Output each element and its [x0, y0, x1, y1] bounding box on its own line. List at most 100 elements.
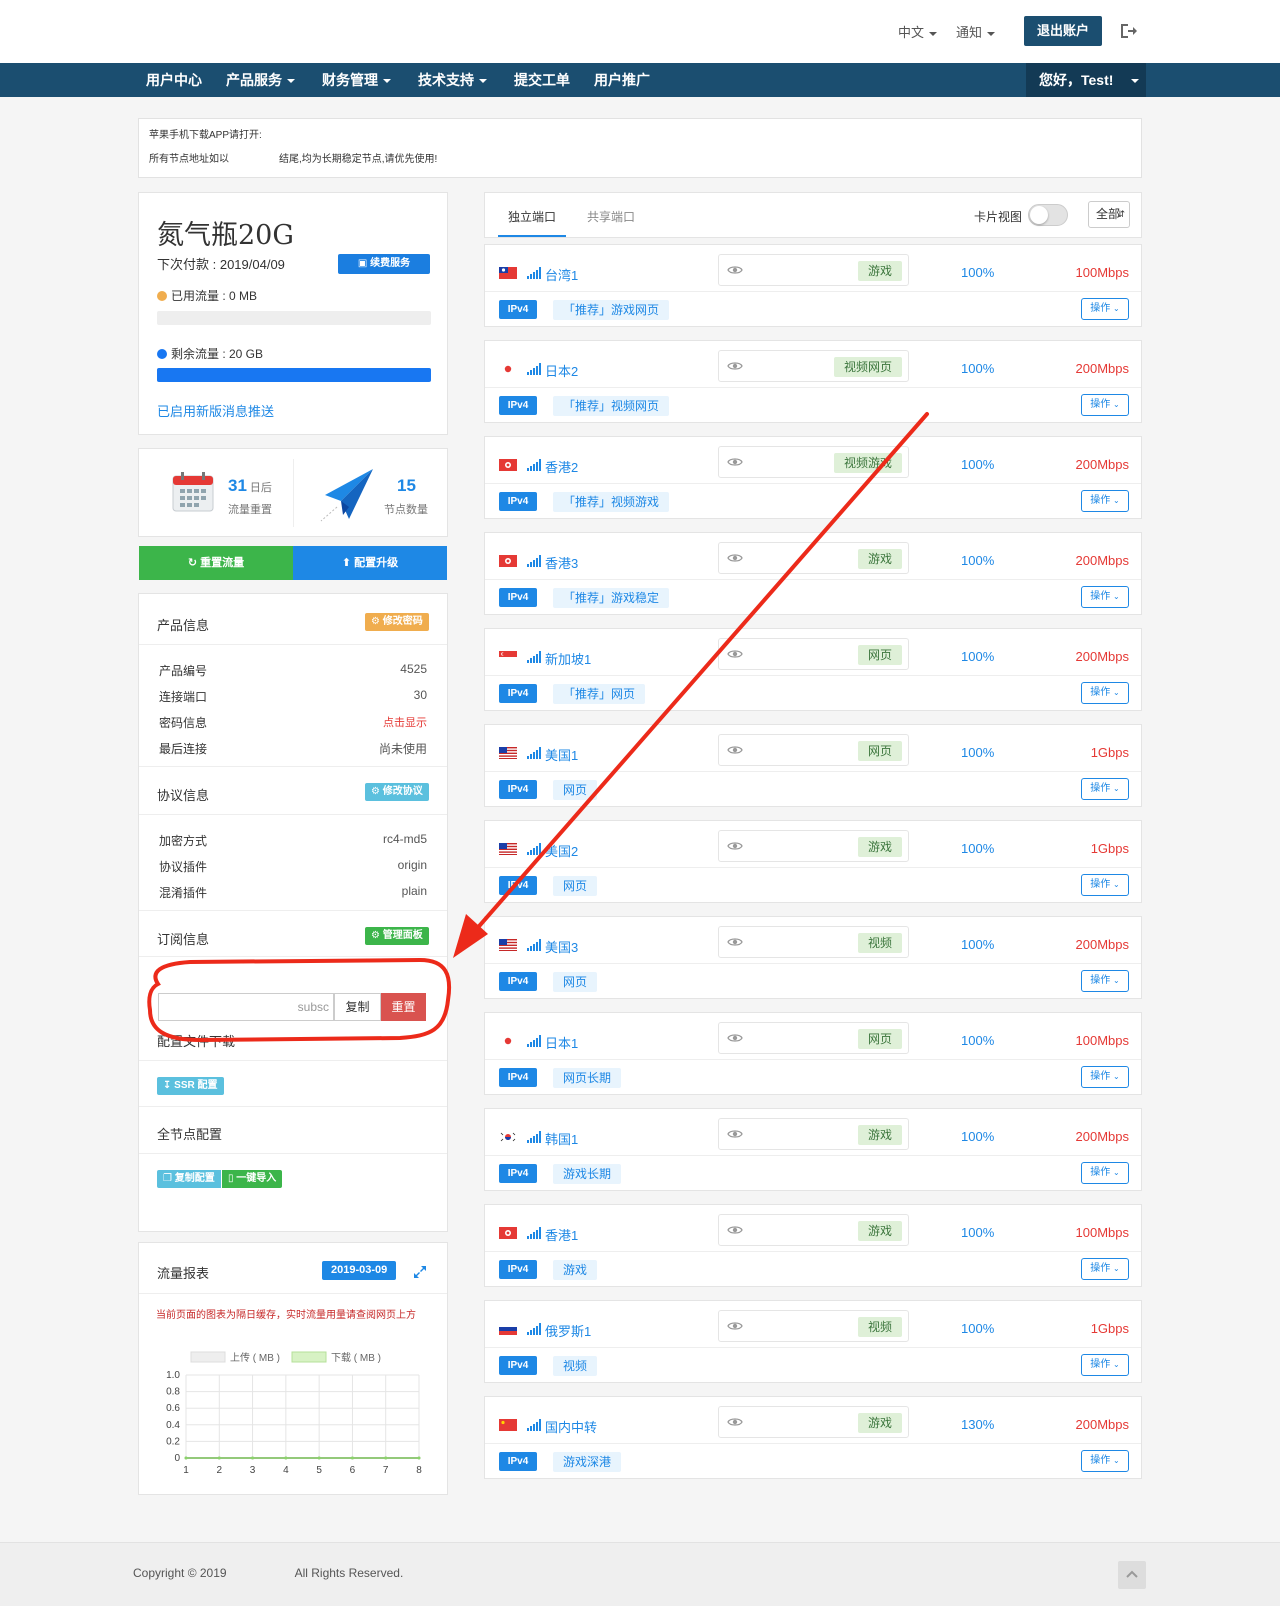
node-card[interactable]: 日本2 视频网页 100% 200Mbps IPv4 「推荐」视频网页 操作 ⌄ — [484, 340, 1142, 423]
sign-out-icon[interactable] — [1119, 22, 1137, 40]
node-address-box[interactable]: 游戏 — [718, 1214, 909, 1246]
node-rate: 100% — [961, 841, 995, 856]
node-address-box[interactable]: 游戏 — [718, 1118, 909, 1150]
nav-support[interactable]: 技术支持 — [418, 63, 487, 97]
nav-products[interactable]: 产品服务 — [226, 63, 295, 97]
eye-icon[interactable] — [727, 936, 743, 948]
eye-icon[interactable] — [727, 1224, 743, 1236]
user-menu[interactable]: 您好，Test! — [1026, 63, 1146, 97]
copy-config-button[interactable]: ❐ 复制配置 — [157, 1170, 221, 1188]
eye-icon[interactable] — [727, 360, 743, 372]
node-action-dropdown[interactable]: 操作 ⌄ — [1081, 874, 1129, 896]
node-action-dropdown[interactable]: 操作 ⌄ — [1081, 1450, 1129, 1472]
eye-icon[interactable] — [727, 1320, 743, 1332]
node-action-dropdown[interactable]: 操作 ⌄ — [1081, 778, 1129, 800]
node-name[interactable]: 台湾1 — [545, 265, 578, 284]
one-click-import-button[interactable]: ▯ 一键导入 — [222, 1170, 283, 1188]
change-protocol-button[interactable]: ⚙ 修改协议 — [365, 783, 429, 801]
subscription-url-input[interactable]: subsc — [158, 993, 334, 1021]
show-password-link[interactable]: 点击显示 — [383, 714, 427, 730]
node-address-box[interactable]: 视频游戏 — [718, 446, 909, 478]
node-action-dropdown[interactable]: 操作 ⌄ — [1081, 586, 1129, 608]
change-password-button[interactable]: ⚙ 修改密码 — [365, 613, 429, 631]
node-name[interactable]: 美国2 — [545, 841, 578, 860]
node-card[interactable]: 香港3 游戏 100% 200Mbps IPv4 「推荐」游戏稳定 操作 ⌄ — [484, 532, 1142, 615]
node-name[interactable]: 美国3 — [545, 937, 578, 956]
node-address-box[interactable]: 网页 — [718, 1022, 909, 1054]
tab-dedicated-port[interactable]: 独立端口 — [508, 208, 556, 225]
copy-subscription-button[interactable]: 复制 — [334, 993, 381, 1021]
node-card[interactable]: 台湾1 游戏 100% 100Mbps IPv4 「推荐」游戏网页 操作 ⌄ — [484, 244, 1142, 327]
reset-subscription-button[interactable]: 重置 — [381, 993, 426, 1021]
eye-icon[interactable] — [727, 552, 743, 564]
eye-icon[interactable] — [727, 840, 743, 852]
node-address-box[interactable]: 游戏 — [718, 830, 909, 862]
node-name[interactable]: 韩国1 — [545, 1129, 578, 1148]
eye-icon[interactable] — [727, 456, 743, 468]
upgrade-button[interactable]: ⬆ 配置升级 — [293, 546, 447, 580]
node-action-dropdown[interactable]: 操作 ⌄ — [1081, 1162, 1129, 1184]
manage-panel-button[interactable]: ⚙ 管理面板 — [365, 927, 429, 945]
eye-icon[interactable] — [727, 744, 743, 756]
node-name[interactable]: 俄罗斯1 — [545, 1321, 591, 1340]
tab-shared-port[interactable]: 共享端口 — [587, 208, 635, 225]
nav-user-center[interactable]: 用户中心 — [146, 63, 202, 97]
eye-icon[interactable] — [727, 648, 743, 660]
eye-icon[interactable] — [727, 264, 743, 276]
nav-finance[interactable]: 财务管理 — [322, 63, 391, 97]
expand-icon[interactable] — [413, 1265, 427, 1279]
card-view-toggle[interactable] — [1028, 204, 1068, 226]
ssr-config-button[interactable]: ↧ SSR 配置 — [157, 1077, 224, 1095]
node-card[interactable]: 韩国1 游戏 100% 200Mbps IPv4 游戏长期 操作 ⌄ — [484, 1108, 1142, 1191]
report-date-badge[interactable]: 2019-03-09 — [322, 1261, 397, 1280]
node-action-dropdown[interactable]: 操作 ⌄ — [1081, 970, 1129, 992]
back-to-top-button[interactable] — [1118, 1561, 1146, 1589]
node-card[interactable]: 香港1 游戏 100% 100Mbps IPv4 游戏 操作 ⌄ — [484, 1204, 1142, 1287]
node-address-box[interactable]: 游戏 — [718, 1406, 909, 1438]
node-address-box[interactable]: 游戏 — [718, 542, 909, 574]
node-card[interactable]: 美国3 视频 100% 200Mbps IPv4 网页 操作 ⌄ — [484, 916, 1142, 999]
node-address-box[interactable]: 网页 — [718, 638, 909, 670]
calendar-icon — [172, 472, 214, 512]
node-name[interactable]: 美国1 — [545, 745, 578, 764]
node-filter-select[interactable]: 全部 ⇵ — [1088, 201, 1130, 228]
notify-dropdown[interactable]: 通知 — [956, 22, 996, 41]
node-name[interactable]: 国内中转 — [545, 1417, 597, 1436]
eye-icon[interactable] — [727, 1416, 743, 1428]
node-card[interactable]: 香港2 视频游戏 100% 200Mbps IPv4 「推荐」视频游戏 操作 ⌄ — [484, 436, 1142, 519]
eye-icon[interactable] — [727, 1128, 743, 1140]
node-name[interactable]: 日本1 — [545, 1033, 578, 1052]
node-address-box[interactable]: 游戏 — [718, 254, 909, 286]
node-card[interactable]: 美国1 网页 100% 1Gbps IPv4 网页 操作 ⌄ — [484, 724, 1142, 807]
node-card[interactable]: 日本1 网页 100% 100Mbps IPv4 网页长期 操作 ⌄ — [484, 1012, 1142, 1095]
node-action-dropdown[interactable]: 操作 ⌄ — [1081, 490, 1129, 512]
language-dropdown[interactable]: 中文 — [898, 22, 938, 41]
reset-traffic-button[interactable]: ↻ 重置流量 — [139, 546, 293, 580]
node-address-box[interactable]: 视频 — [718, 926, 909, 958]
eye-icon[interactable] — [727, 1032, 743, 1044]
node-action-dropdown[interactable]: 操作 ⌄ — [1081, 1258, 1129, 1280]
renew-button[interactable]: ▣ 续费服务 — [338, 254, 430, 274]
node-address-box[interactable]: 视频网页 — [718, 350, 909, 382]
node-name[interactable]: 香港2 — [545, 457, 578, 476]
node-action-dropdown[interactable]: 操作 ⌄ — [1081, 1354, 1129, 1376]
node-name[interactable]: 香港1 — [545, 1225, 578, 1244]
nav-ticket[interactable]: 提交工单 — [514, 63, 570, 97]
node-action-dropdown[interactable]: 操作 ⌄ — [1081, 394, 1129, 416]
logout-button[interactable]: 退出账户 — [1024, 16, 1102, 46]
node-name[interactable]: 日本2 — [545, 361, 578, 380]
node-action-dropdown[interactable]: 操作 ⌄ — [1081, 1066, 1129, 1088]
message-push-link[interactable]: 已启用新版消息推送 — [157, 401, 274, 420]
chart-cache-note: 当前页面的图表为隔日缓存，实时流量用量请查阅网页上方 — [156, 1310, 416, 1321]
node-action-dropdown[interactable]: 操作 ⌄ — [1081, 298, 1129, 320]
nav-referral[interactable]: 用户推广 — [594, 63, 650, 97]
node-address-box[interactable]: 视频 — [718, 1310, 909, 1342]
node-action-dropdown[interactable]: 操作 ⌄ — [1081, 682, 1129, 704]
node-name[interactable]: 新加坡1 — [545, 649, 591, 668]
node-name[interactable]: 香港3 — [545, 553, 578, 572]
node-card[interactable]: 国内中转 游戏 130% 200Mbps IPv4 游戏深港 操作 ⌄ — [484, 1396, 1142, 1479]
node-card[interactable]: 美国2 游戏 100% 1Gbps IPv4 网页 操作 ⌄ — [484, 820, 1142, 903]
node-address-box[interactable]: 网页 — [718, 734, 909, 766]
node-card[interactable]: 新加坡1 网页 100% 200Mbps IPv4 「推荐」网页 操作 ⌄ — [484, 628, 1142, 711]
node-card[interactable]: 俄罗斯1 视频 100% 1Gbps IPv4 视频 操作 ⌄ — [484, 1300, 1142, 1383]
